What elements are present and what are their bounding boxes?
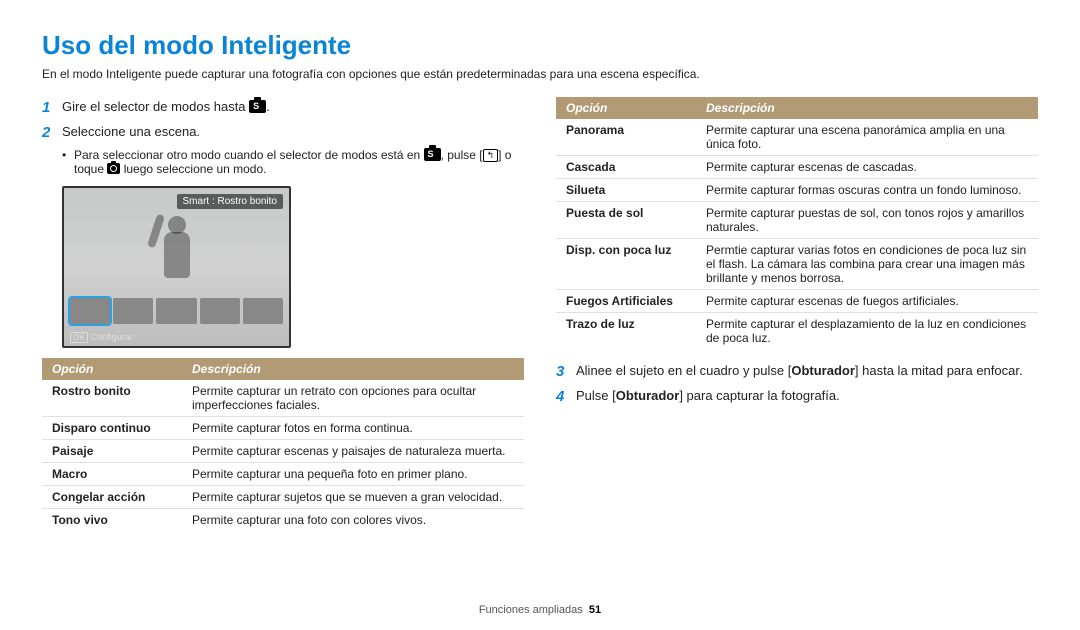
table-row: PanoramaPermite capturar una escena pano… — [556, 119, 1038, 156]
shutter-bold: Obturador — [791, 363, 855, 378]
option-cell: Panorama — [556, 119, 696, 156]
option-cell: Cascada — [556, 156, 696, 179]
option-cell: Macro — [42, 463, 182, 486]
desc-cell: Permite capturar una pequeña foto en pri… — [182, 463, 524, 486]
table-row: Disp. con poca luzPermtie capturar varia… — [556, 239, 1038, 290]
thumb — [156, 298, 196, 324]
right-column: Opción Descripción PanoramaPermite captu… — [556, 95, 1038, 531]
page-number: 51 — [589, 604, 601, 616]
desc-cell: Permite capturar formas oscuras contra u… — [696, 179, 1038, 202]
desc-cell: Permite capturar escenas de cascadas. — [696, 156, 1038, 179]
step-1: 1 Gire el selector de modos hasta . — [42, 97, 524, 120]
desc-cell: Permite capturar una escena panorámica a… — [696, 119, 1038, 156]
table-row: Puesta de solPermite capturar puestas de… — [556, 202, 1038, 239]
option-cell: Rostro bonito — [42, 380, 182, 417]
desc-cell: Permite capturar escenas de fuegos artif… — [696, 290, 1038, 313]
camera-icon — [107, 163, 120, 174]
thumb — [200, 298, 240, 324]
options-table-right: Opción Descripción PanoramaPermite captu… — [556, 97, 1038, 349]
options-table-left: Opción Descripción Rostro bonitoPermite … — [42, 358, 524, 531]
option-cell: Puesta de sol — [556, 202, 696, 239]
left-column: 1 Gire el selector de modos hasta . 2 Se… — [42, 95, 524, 531]
step-4: 4 Pulse [Obturador] para capturar la fot… — [556, 386, 1038, 409]
table-row: Tono vivoPermite capturar una foto con c… — [42, 509, 524, 532]
option-cell: Paisaje — [42, 440, 182, 463]
option-cell: Tono vivo — [42, 509, 182, 532]
ok-button-label: OK — [70, 332, 88, 343]
option-cell: Silueta — [556, 179, 696, 202]
scene-preview: Smart : Rostro bonito OKConfigurar — [62, 186, 291, 348]
shutter-bold: Obturador — [616, 388, 680, 403]
th-option: Opción — [556, 97, 696, 119]
option-cell: Disparo continuo — [42, 417, 182, 440]
thumb — [113, 298, 153, 324]
step-1-text-a: Gire el selector de modos hasta — [62, 99, 246, 114]
option-cell: Trazo de luz — [556, 313, 696, 350]
table-row: MacroPermite capturar una pequeña foto e… — [42, 463, 524, 486]
desc-cell: Permite capturar un retrato con opciones… — [182, 380, 524, 417]
step-3: 3 Alinee el sujeto en el cuadro y pulse … — [556, 361, 1038, 384]
step-2: 2 Seleccione una escena. — [42, 122, 524, 145]
table-row: Trazo de luzPermite capturar el desplaza… — [556, 313, 1038, 350]
desc-cell: Permite capturar puestas de sol, con ton… — [696, 202, 1038, 239]
desc-cell: Permite capturar una foto con colores vi… — [182, 509, 524, 532]
table-row: Disparo continuoPermite capturar fotos e… — [42, 417, 524, 440]
ok-bar: OKConfigurar — [70, 332, 133, 342]
desc-cell: Permite capturar fotos en forma continua… — [182, 417, 524, 440]
desc-cell: Permite capturar sujetos que se mueven a… — [182, 486, 524, 509]
step-2-text: Seleccione una escena. — [62, 122, 524, 145]
desc-cell: Permite capturar el desplazamiento de la… — [696, 313, 1038, 350]
table-row: PaisajePermite capturar escenas y paisaj… — [42, 440, 524, 463]
table-row: CascadaPermite capturar escenas de casca… — [556, 156, 1038, 179]
back-icon: ↰ — [483, 149, 499, 162]
step-1-text-b: . — [266, 99, 270, 114]
footer-section: Funciones ampliadas — [479, 604, 583, 616]
table-row: Rostro bonitoPermite capturar un retrato… — [42, 380, 524, 417]
mode-dial-s-icon — [249, 100, 266, 113]
desc-cell: Permite capturar escenas y paisajes de n… — [182, 440, 524, 463]
table-row: Congelar acciónPermite capturar sujetos … — [42, 486, 524, 509]
thumb-selected — [70, 298, 110, 324]
intro-text: En el modo Inteligente puede capturar un… — [42, 67, 1038, 81]
page-footer: Funciones ampliadas 51 — [0, 604, 1080, 616]
step-2-note: Para seleccionar otro modo cuando el sel… — [62, 148, 524, 176]
thumb — [243, 298, 283, 324]
page-title: Uso del modo Inteligente — [42, 30, 1038, 61]
mode-dial-s-icon — [424, 148, 441, 161]
desc-cell: Permtie capturar varias fotos en condici… — [696, 239, 1038, 290]
silhouette-illustration — [134, 206, 204, 284]
option-cell: Fuegos Artificiales — [556, 290, 696, 313]
option-cell: Congelar acción — [42, 486, 182, 509]
scene-thumbnails — [70, 298, 283, 324]
option-cell: Disp. con poca luz — [556, 239, 696, 290]
table-row: Fuegos ArtificialesPermite capturar esce… — [556, 290, 1038, 313]
th-desc: Descripción — [696, 97, 1038, 119]
table-row: SiluetaPermite capturar formas oscuras c… — [556, 179, 1038, 202]
th-desc: Descripción — [182, 358, 524, 380]
th-option: Opción — [42, 358, 182, 380]
config-label: Configurar — [91, 332, 133, 342]
